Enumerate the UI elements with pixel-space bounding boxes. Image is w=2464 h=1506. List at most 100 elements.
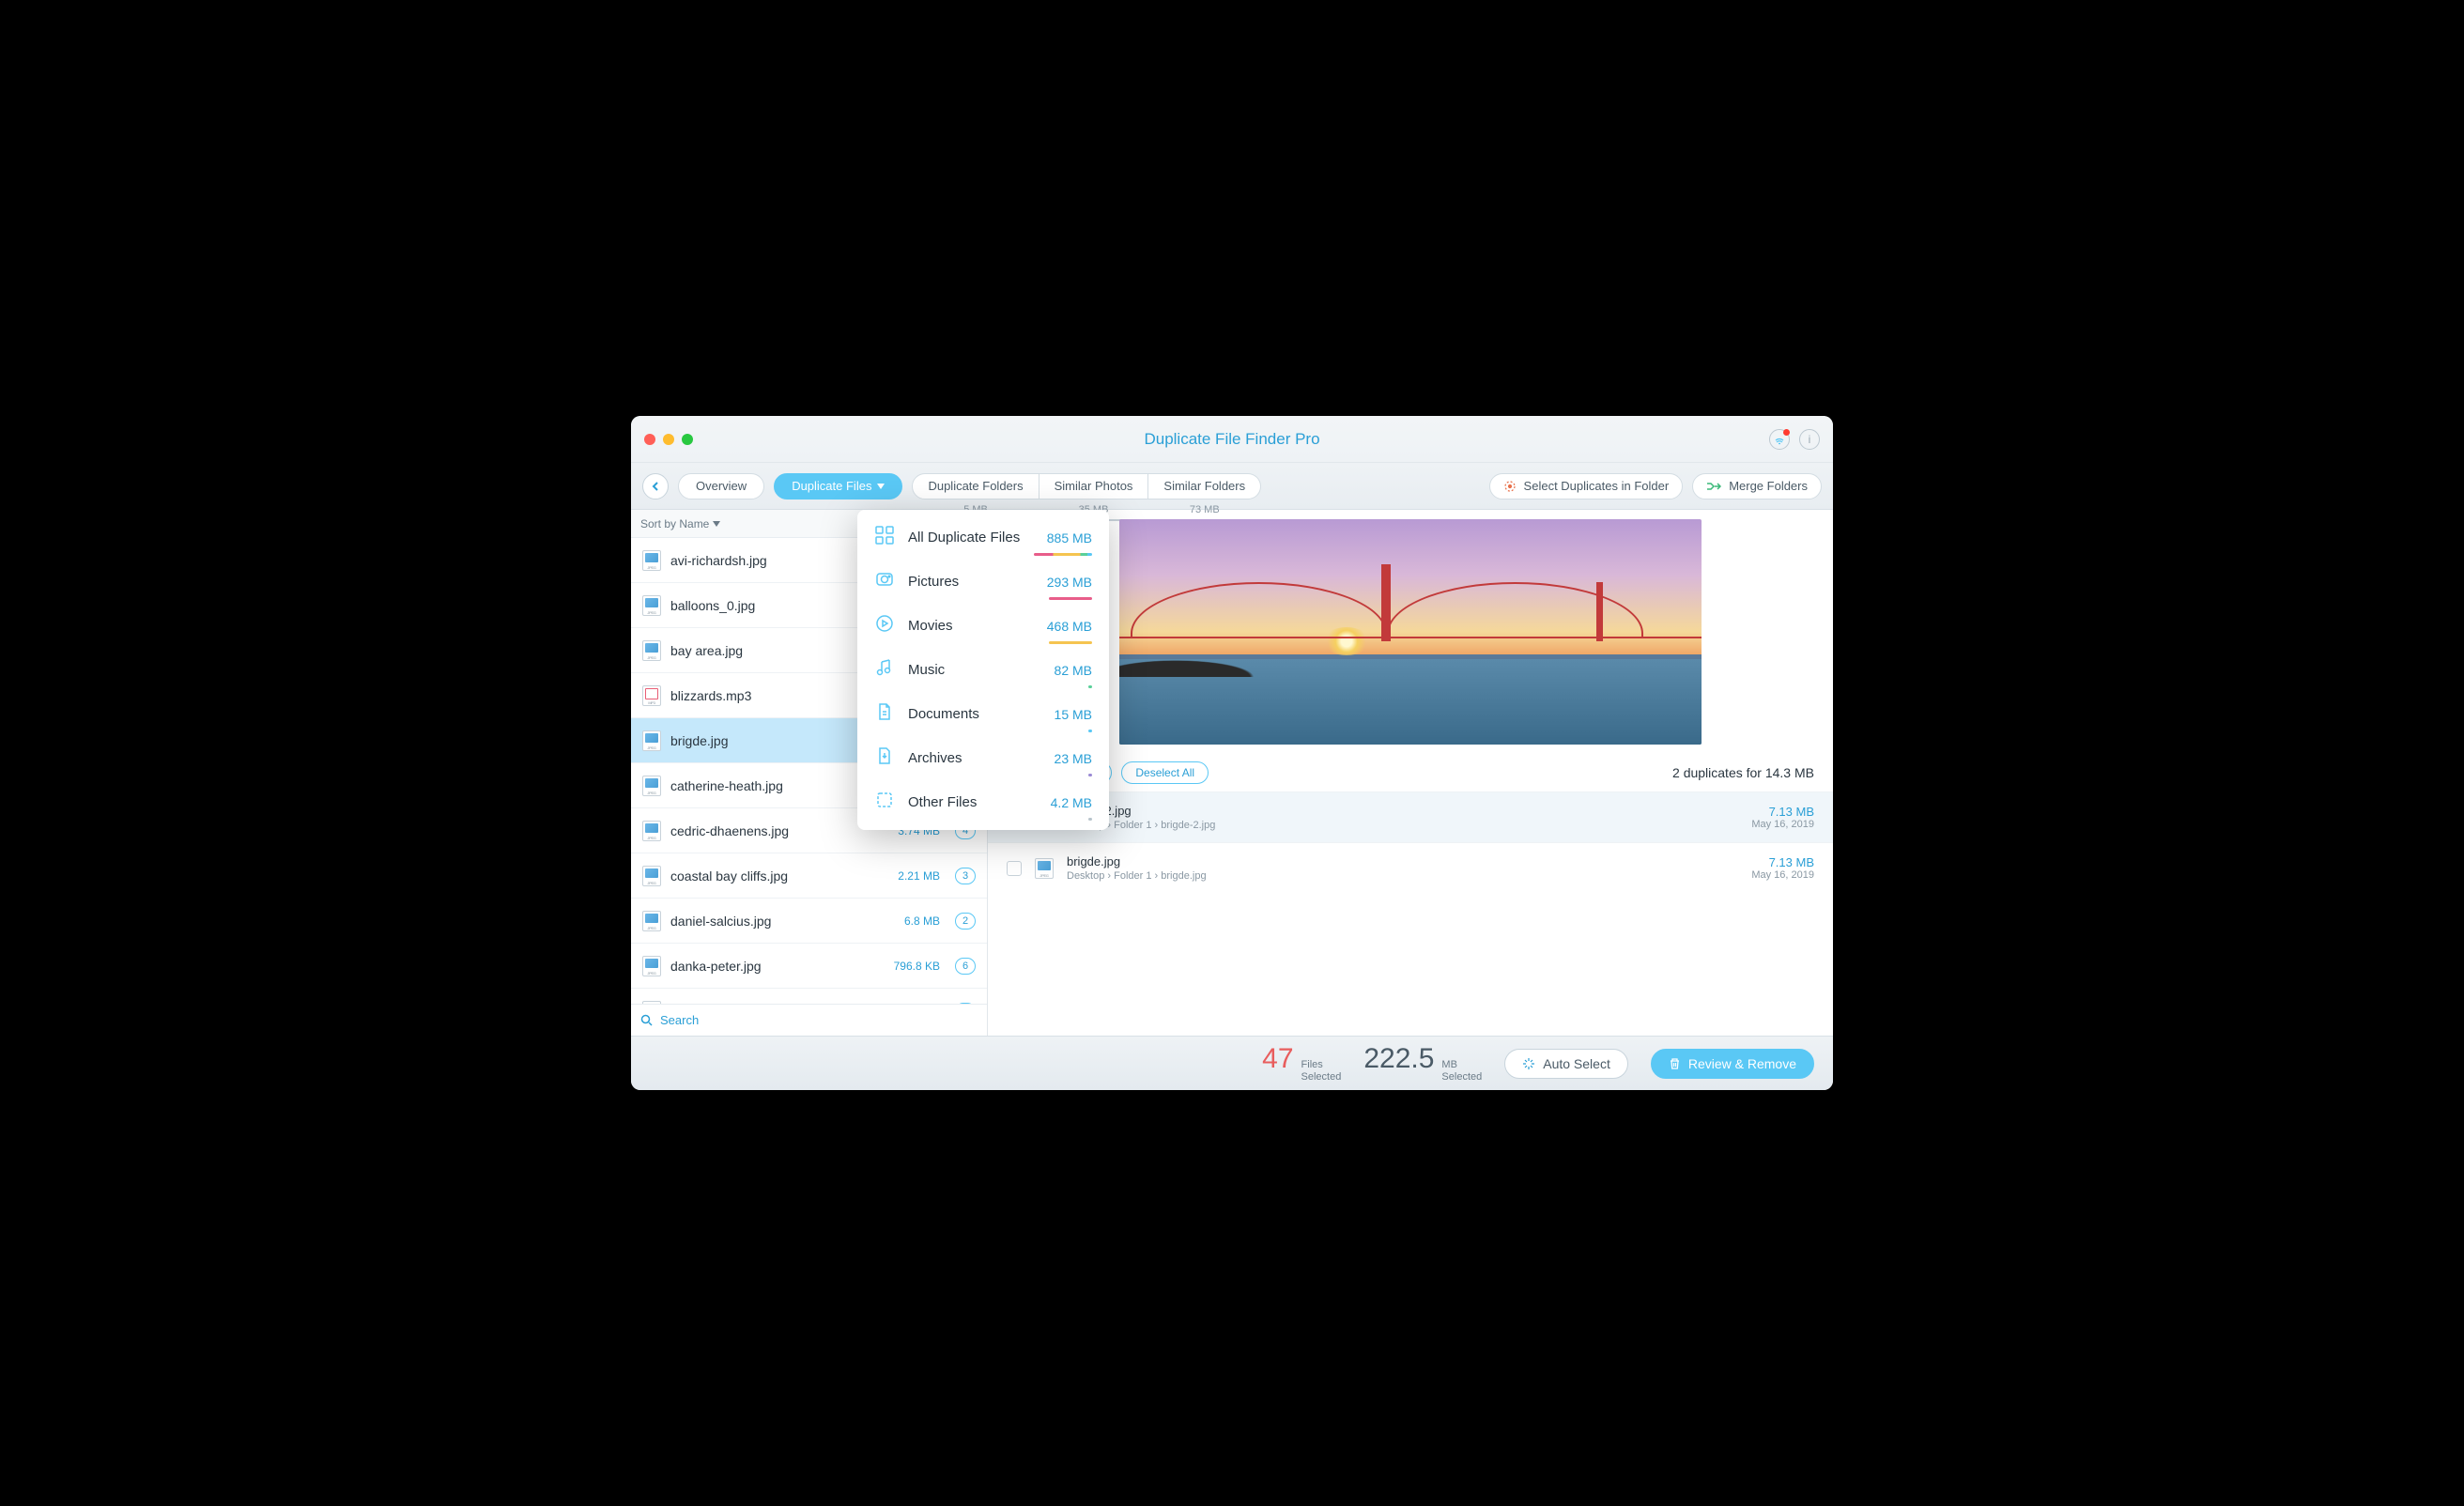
select-duplicates-in-folder-button[interactable]: Select Duplicates in Folder (1489, 473, 1684, 499)
dropdown-label: Movies (908, 618, 1034, 634)
category-icon (874, 525, 895, 550)
tabs-group: Duplicate Folders 5 MB Similar Photos 35… (912, 473, 1261, 499)
file-row[interactable]: coastal bay cliffs.jpg2.21 MB3 (631, 853, 987, 899)
file-name-label: coastal bay cliffs.jpg (670, 868, 888, 884)
file-size-label: 6.8 MB (904, 914, 940, 928)
file-name-label: catherine-heath.jpg (670, 778, 885, 793)
dropdown-label: Archives (908, 750, 1041, 766)
duplicate-count-badge: 2 (955, 913, 976, 930)
target-icon (1503, 480, 1517, 493)
tab-label: Similar Photos (1055, 479, 1133, 493)
category-icon (874, 569, 895, 594)
category-icon (874, 745, 895, 771)
button-label: Merge Folders (1729, 479, 1808, 493)
dropdown-size: 4.2 MB (1051, 795, 1092, 810)
category-icon (874, 790, 895, 815)
content: Sort by Name avi-richardsh.jpgballoons_0… (631, 510, 1833, 1036)
search-input[interactable] (660, 1013, 978, 1027)
tab-duplicate-folders[interactable]: Duplicate Folders 5 MB (912, 473, 1039, 499)
sort-label: Sort by Name (640, 517, 709, 530)
search-bar (631, 1004, 987, 1036)
file-type-dropdown: All Duplicate Files885 MB Pictures 293 MB M… (857, 510, 1109, 830)
dropdown-item[interactable]: Archives 23 MB (857, 736, 1109, 780)
maximize-window-button[interactable] (682, 434, 693, 445)
duplicates-list: brigde-2.jpg Desktop › Folder 1 › brigde-… (988, 791, 1833, 1036)
dropdown-item[interactable]: All Duplicate Files885 MB (857, 515, 1109, 560)
file-row[interactable]: different places.jpg3.54 MB2 (631, 989, 987, 1004)
footer-auto-select-button[interactable]: Auto Select (1504, 1049, 1628, 1079)
dropdown-item[interactable]: Other Files 4.2 MB (857, 780, 1109, 824)
stat-number: 222.5 (1363, 1043, 1434, 1075)
dropdown-item[interactable]: Documents15 MB (857, 692, 1109, 736)
trash-icon (1669, 1057, 1681, 1070)
file-row[interactable]: danka-peter.jpg796.8 KB6 (631, 944, 987, 989)
dropdown-size: 23 MB (1055, 751, 1092, 766)
duplicate-date: May 16, 2019 (1751, 869, 1814, 881)
duplicate-name: brigde-2.jpg (1067, 804, 1738, 818)
info-icon[interactable]: i (1799, 429, 1820, 450)
files-selected-stat: 47 FilesSelected (1262, 1043, 1341, 1083)
app-window: Duplicate File Finder Pro i Overview Dup… (631, 416, 1833, 1090)
dropdown-label: Other Files (908, 794, 1038, 810)
duplicate-row[interactable]: brigde.jpg Desktop › Folder 1 › brigde.jp… (988, 842, 1833, 893)
file-thumbnail (642, 776, 661, 796)
dropdown-size: 293 MB (1047, 575, 1092, 590)
dropdown-item[interactable]: Music82 MB (857, 648, 1109, 692)
deselect-all-button[interactable]: Deselect All (1121, 761, 1209, 784)
file-thumbnail (642, 956, 661, 976)
duplicate-row[interactable]: brigde-2.jpg Desktop › Folder 1 › brigde-… (988, 791, 1833, 842)
dropdown-size: 15 MB (1055, 707, 1092, 722)
duplicate-date: May 16, 2019 (1751, 819, 1814, 830)
duplicate-name: brigde.jpg (1067, 854, 1738, 868)
duplicate-path: Desktop › Folder 1 › brigde-2.jpg (1067, 820, 1738, 831)
chevron-down-icon (713, 521, 720, 527)
stat-label: FilesSelected (1301, 1059, 1342, 1083)
button-label: Auto Select (1543, 1056, 1610, 1071)
tab-label: Similar Folders (1163, 479, 1245, 493)
duplicate-checkbox[interactable] (1007, 861, 1022, 876)
preview-image (1119, 519, 1702, 745)
duplicates-toolbar: Auto Select Deselect All 2 duplicates fo… (988, 754, 1833, 791)
file-name-label: daniel-salcius.jpg (670, 914, 895, 929)
chevron-down-icon (877, 484, 885, 489)
dropdown-item[interactable]: Movies 468 MB (857, 604, 1109, 648)
file-thumbnail (1035, 858, 1054, 879)
dropdown-item[interactable]: Pictures 293 MB (857, 560, 1109, 604)
button-label: Select Duplicates in Folder (1524, 479, 1670, 493)
search-icon (640, 1014, 653, 1026)
file-thumbnail (642, 685, 661, 706)
file-thumbnail (642, 640, 661, 661)
main-panel: Auto Select Deselect All 2 duplicates fo… (988, 510, 1833, 1036)
tab-similar-folders[interactable]: Similar Folders 73 MB (1148, 473, 1261, 499)
minimize-window-button[interactable] (663, 434, 674, 445)
file-thumbnail (642, 595, 661, 616)
file-size-label: 796.8 KB (894, 960, 940, 973)
window-controls (644, 434, 693, 445)
tab-size-label: 73 MB (1190, 504, 1220, 515)
file-name-label: cedric-dhaenens.jpg (670, 823, 888, 838)
file-row[interactable]: daniel-salcius.jpg 6.8 MB 2 (631, 899, 987, 944)
tab-similar-photos[interactable]: Similar Photos 35 MB (1040, 473, 1149, 499)
radar-icon[interactable] (1769, 429, 1790, 450)
duplicate-files-dropdown[interactable]: Duplicate Files (774, 473, 902, 499)
sparkle-icon (1522, 1057, 1535, 1070)
overview-button[interactable]: Overview (678, 473, 764, 499)
file-thumbnail (642, 1001, 661, 1005)
stat-number: 47 (1262, 1043, 1293, 1075)
merge-folders-button[interactable]: Merge Folders (1692, 473, 1822, 499)
review-remove-button[interactable]: Review & Remove (1651, 1049, 1814, 1079)
duplicate-path: Desktop › Folder 1 › brigde.jpg (1067, 870, 1738, 882)
dropdown-size: 468 MB (1047, 619, 1092, 634)
duplicate-count-badge: 3 (955, 868, 976, 884)
titlebar: Duplicate File Finder Pro i (631, 416, 1833, 463)
close-window-button[interactable] (644, 434, 655, 445)
preview-area (988, 510, 1833, 754)
dropdown-label: Music (908, 662, 1041, 678)
footer: 47 FilesSelected 222.5 MBSelected Auto S… (631, 1036, 1833, 1090)
app-title: Duplicate File Finder Pro (1144, 430, 1319, 449)
dropdown-label: Pictures (908, 574, 1034, 590)
button-label: Review & Remove (1688, 1056, 1796, 1071)
merge-icon (1706, 481, 1721, 492)
back-button[interactable] (642, 473, 669, 499)
duplicates-summary: 2 duplicates for 14.3 MB (1672, 765, 1814, 780)
